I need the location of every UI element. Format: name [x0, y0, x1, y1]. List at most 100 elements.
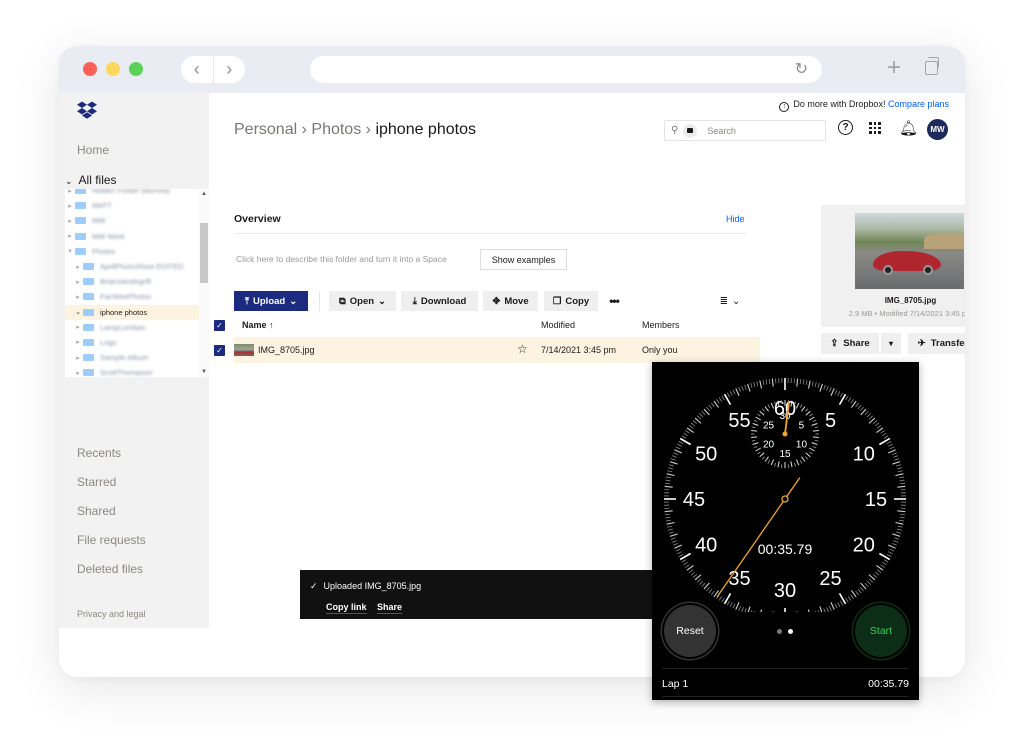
- scroll-up-icon[interactable]: ▲: [201, 191, 207, 197]
- app-grid-icon[interactable]: [869, 122, 881, 134]
- expand-icon[interactable]: ▸: [73, 278, 83, 286]
- show-examples-button[interactable]: Show examples: [480, 249, 567, 270]
- preview-image[interactable]: [855, 213, 964, 289]
- expand-icon[interactable]: ▸: [65, 232, 75, 240]
- minor-tick: [696, 578, 702, 583]
- sidebar-item-starred[interactable]: Starred: [77, 475, 116, 489]
- sidebar-item-home[interactable]: Home: [77, 143, 109, 157]
- row-checkbox[interactable]: ✓: [214, 345, 225, 356]
- page-dot-active[interactable]: [788, 629, 793, 634]
- subdial-tick: [812, 445, 817, 449]
- search-input[interactable]: ⚲ Search: [664, 120, 826, 141]
- tree-item[interactable]: ▸ BrianVandegrift: [65, 274, 209, 289]
- forward-icon[interactable]: ›: [214, 56, 246, 83]
- scroll-down-icon[interactable]: ▼: [201, 369, 207, 375]
- help-icon[interactable]: ?: [838, 120, 853, 135]
- file-name[interactable]: IMG_8705.jpg: [258, 345, 315, 355]
- new-tab-icon[interactable]: +: [887, 54, 901, 82]
- breadcrumb-personal[interactable]: Personal: [234, 121, 297, 138]
- subdial-tick: [808, 416, 815, 421]
- expand-icon[interactable]: ▸: [73, 263, 83, 271]
- tree-item[interactable]: ▸ FacWeePhotos: [65, 289, 209, 304]
- toast-share-button[interactable]: Share: [377, 602, 403, 614]
- tree-item[interactable]: ▸ LampLombas: [65, 320, 209, 335]
- page-indicator[interactable]: [777, 629, 793, 634]
- collapse-icon[interactable]: ▾: [65, 247, 75, 255]
- privacy-legal-link[interactable]: Privacy and legal: [77, 609, 146, 619]
- tree-item[interactable]: ▸ AprilPhotoShoot EDITED: [65, 259, 209, 274]
- transfer-button[interactable]: ✈︎ Transfer: [908, 333, 965, 354]
- view-options-button[interactable]: ≣ ⌄: [714, 291, 746, 311]
- table-row[interactable]: IMG_8705.jpg ☆ 7/14/2021 3:45 pm Only yo…: [234, 337, 760, 363]
- reload-icon[interactable]: ↻: [795, 59, 808, 79]
- compare-plans-link[interactable]: Compare plans: [888, 99, 949, 109]
- column-header-modified[interactable]: Modified: [541, 320, 575, 330]
- more-actions-button[interactable]: •••: [603, 291, 625, 311]
- subdial-tick: [814, 439, 819, 442]
- upload-button[interactable]: ⤒ Upload ⌄: [234, 291, 308, 311]
- back-icon[interactable]: ‹: [181, 56, 214, 83]
- tree-item[interactable]: ▸ Logo: [65, 335, 209, 350]
- expand-icon[interactable]: ▸: [73, 369, 83, 377]
- expand-icon[interactable]: ▸: [73, 354, 83, 362]
- star-icon[interactable]: ☆: [517, 342, 528, 356]
- sidebar-item-recents[interactable]: Recents: [77, 446, 121, 460]
- collapse-icon[interactable]: ⌄: [73, 308, 83, 316]
- address-bar[interactable]: ↻: [310, 56, 822, 83]
- tabs-overview-icon[interactable]: [925, 57, 939, 75]
- folder-scope-icon[interactable]: [683, 123, 698, 138]
- lap-time: 00:35.79: [868, 678, 909, 690]
- tree-item[interactable]: ▸ ScottThompson: [65, 365, 209, 377]
- minor-tick: [897, 485, 906, 488]
- tree-item[interactable]: ▸ Sample Album: [65, 350, 209, 365]
- sidebar-item-shared[interactable]: Shared: [77, 504, 116, 518]
- minimize-window-button[interactable]: [106, 62, 120, 76]
- tree-item[interactable]: ▸ MATT: [65, 198, 209, 213]
- tree-item[interactable]: ▾ Photos: [65, 244, 209, 259]
- open-button[interactable]: ⧉ Open ⌄: [329, 291, 396, 311]
- minor-tick: [888, 544, 896, 549]
- breadcrumb-photos[interactable]: Photos: [311, 121, 361, 138]
- expand-icon[interactable]: ▸: [65, 202, 75, 210]
- tree-item[interactable]: ▸ Hidden Folder (blurred): [65, 189, 209, 198]
- folder-description-prompt[interactable]: Click here to describe this folder and t…: [236, 254, 447, 264]
- copy-link-button[interactable]: Copy link: [326, 602, 367, 614]
- notifications-bell-icon[interactable]: 🔔︎: [899, 119, 918, 137]
- download-button[interactable]: ⤓ Download: [401, 291, 478, 311]
- hide-overview-link[interactable]: Hide: [726, 214, 745, 224]
- maximize-window-button[interactable]: [129, 62, 143, 76]
- expand-icon[interactable]: ▸: [65, 189, 75, 195]
- minor-tick: [673, 452, 678, 455]
- close-window-button[interactable]: [83, 62, 97, 76]
- sidebar-item-file-requests[interactable]: File requests: [77, 533, 146, 547]
- tree-item[interactable]: ▸ MW: [65, 213, 209, 228]
- subdial-tick: [751, 439, 756, 442]
- expand-icon[interactable]: ▸: [73, 338, 83, 346]
- tree-scrollbar[interactable]: ▲ ▼: [199, 189, 209, 377]
- select-all-checkbox[interactable]: ✓: [214, 320, 225, 331]
- upgrade-icon: ↑: [779, 102, 790, 112]
- subdial-tick: [753, 419, 758, 423]
- page-dot[interactable]: [777, 629, 782, 634]
- scrollbar-thumb[interactable]: [200, 223, 208, 283]
- expand-icon[interactable]: ▸: [65, 217, 75, 225]
- tree-item[interactable]: ▸ MW Work: [65, 229, 209, 244]
- minor-tick: [899, 482, 906, 485]
- reset-button[interactable]: Reset: [664, 605, 716, 657]
- upload-icon: ⤒: [244, 295, 250, 307]
- column-header-name[interactable]: Name ↑: [242, 320, 274, 330]
- avatar[interactable]: MW: [927, 119, 948, 140]
- expand-icon[interactable]: ▸: [73, 293, 83, 301]
- sidebar-item-deleted-files[interactable]: Deleted files: [77, 562, 143, 576]
- move-button[interactable]: ✥ Move: [483, 291, 538, 311]
- subdial-tick: [799, 460, 803, 464]
- column-header-members[interactable]: Members: [642, 320, 680, 330]
- share-options-dropdown[interactable]: ▾: [881, 333, 901, 354]
- copy-button[interactable]: ❐ Copy: [544, 291, 598, 311]
- share-button[interactable]: ⇪ Share: [821, 333, 879, 354]
- start-button[interactable]: Start: [855, 605, 907, 657]
- dropbox-logo-icon[interactable]: [77, 101, 97, 124]
- tree-item-selected[interactable]: ⌄ iphone photos: [65, 304, 209, 320]
- sidebar-item-all-files[interactable]: ⌄ All files: [65, 173, 117, 187]
- expand-icon[interactable]: ▸: [73, 323, 83, 331]
